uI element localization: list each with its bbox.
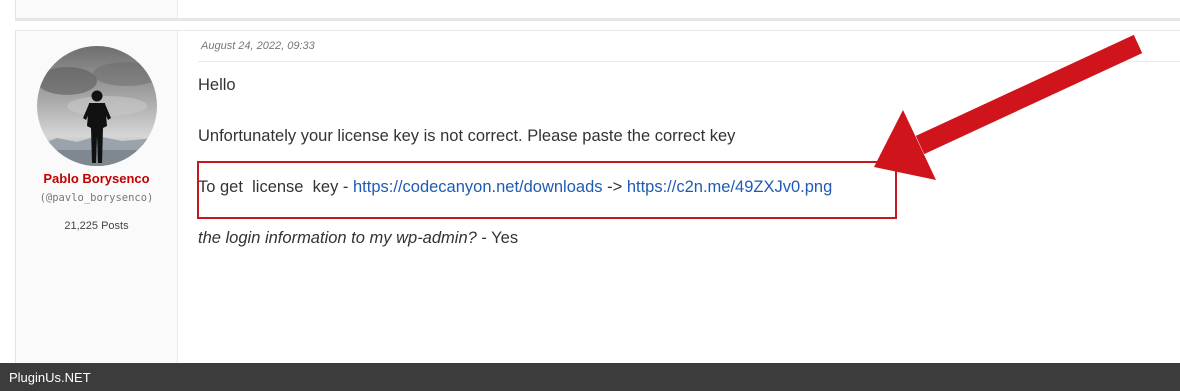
answer-text: - Yes bbox=[476, 229, 519, 247]
author-handle: (@pavlo_borysenco) bbox=[39, 192, 154, 204]
avatar[interactable] bbox=[37, 46, 157, 166]
footer-brand[interactable]: PluginUs.NET bbox=[9, 370, 91, 385]
quoted-question: the login information to my wp-admin? bbox=[198, 229, 477, 247]
question-line: the login information to my wp-admin? - … bbox=[198, 229, 518, 248]
author-name[interactable]: Pablo Borysenco bbox=[16, 171, 177, 186]
footer-bar: PluginUs.NET bbox=[0, 363, 1180, 391]
post-date: August 24, 2022, 09:33 bbox=[201, 40, 315, 52]
author-panel: Pablo Borysenco (@pavlo_borysenco) 21,22… bbox=[16, 31, 178, 364]
greeting-text: Hello bbox=[198, 76, 236, 94]
previous-post-author-column bbox=[16, 0, 178, 18]
red-arrow-annotation bbox=[874, 34, 1143, 180]
previous-post bbox=[15, 0, 1180, 21]
author-post-count: 21,225 Posts bbox=[64, 220, 129, 232]
message-text: Unfortunately your license key is not co… bbox=[198, 127, 736, 145]
highlight-box bbox=[197, 161, 897, 219]
avatar-image bbox=[37, 46, 157, 166]
